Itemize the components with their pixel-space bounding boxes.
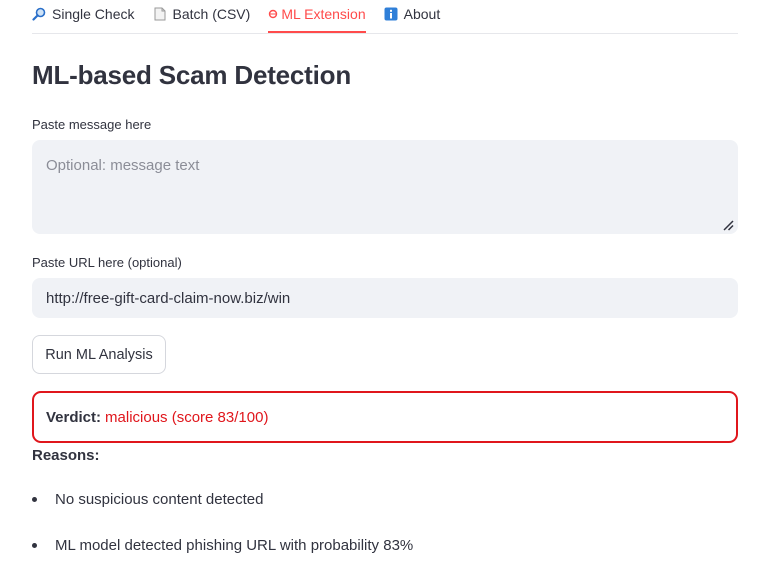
url-input[interactable]: http://free-gift-card-claim-now.biz/win [32,278,738,318]
tab-label: ML Extension [281,6,366,22]
info-icon [384,7,398,21]
tab-label: Batch (CSV) [172,6,251,22]
reason-item: ML model detected phishing URL with prob… [32,537,413,554]
reason-text: No suspicious content detected [55,491,264,508]
bullet-icon [32,497,37,502]
tab-ml-extension[interactable]: ML Extension [268,0,366,33]
document-icon [153,7,167,21]
resize-handle-icon[interactable] [722,218,734,231]
tab-batch-csv[interactable]: Batch (CSV) [153,0,251,28]
tab-single-check[interactable]: Single Check [32,0,135,28]
tab-label: Single Check [52,6,135,22]
circle-icon [268,7,278,21]
verdict-alert: Verdict: malicious (score 83/100) [32,391,738,443]
bullet-icon [32,543,37,548]
magnifier-icon [32,7,46,21]
tab-label: About [403,6,441,22]
reason-text: ML model detected phishing URL with prob… [55,537,414,554]
run-ml-analysis-button[interactable]: Run ML Analysis [32,335,166,374]
reasons-title: Reasons: [32,447,100,464]
verdict-label: Verdict: [46,408,102,426]
app-page: Single Check Batch (CSV) ML Extension Ab… [0,0,781,573]
url-input-value: http://free-gift-card-claim-now.biz/win [46,289,291,307]
verdict-value: malicious (score 83/100) [105,408,269,426]
reason-item: No suspicious content detected [32,491,263,508]
url-label: Paste URL here (optional) [32,255,182,270]
page-title: ML-based Scam Detection [32,60,352,90]
tab-about[interactable]: About [384,0,441,28]
message-label: Paste message here [32,117,152,132]
message-textarea[interactable]: Optional: message text [32,140,738,234]
message-placeholder: Optional: message text [46,157,200,174]
tab-bar: Single Check Batch (CSV) ML Extension Ab… [32,0,738,34]
